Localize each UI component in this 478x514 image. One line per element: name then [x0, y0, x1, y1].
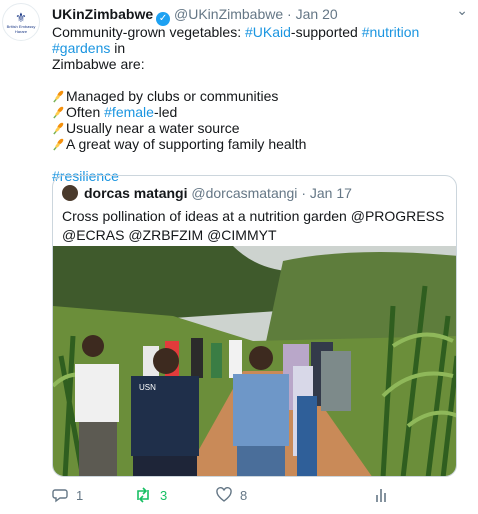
person-mid-jeans [297, 396, 317, 476]
hashtag-nutrition[interactable]: #nutrition [362, 24, 420, 40]
analytics-button[interactable] [374, 487, 396, 503]
handle[interactable]: @UKinZimbabwe [174, 6, 283, 22]
person-usn-head [153, 348, 179, 374]
sheaf-of-rice-emoji-icon [53, 106, 64, 119]
quoted-photo[interactable]: USN [53, 246, 457, 477]
sheaf-of-rice-emoji-icon [53, 122, 64, 135]
shirt-logo-text: USN [139, 383, 156, 392]
reply-count: 1 [76, 487, 84, 503]
hashtag-ukaid[interactable]: #UKaid [245, 24, 291, 40]
text-segment: in [110, 40, 126, 56]
chevron-down-icon[interactable]: ⌄ [456, 2, 468, 19]
quoted-display-name[interactable]: dorcas matangi [84, 185, 187, 201]
person-front-left-trousers [79, 422, 117, 476]
quoted-handle[interactable]: @dorcasmatangi [191, 185, 297, 201]
bullet-text: Usually near a water source [66, 120, 240, 136]
person-blue-jeans [237, 446, 285, 476]
like-count: 8 [240, 487, 248, 503]
separator: · [301, 185, 306, 201]
retweet-count: 3 [160, 487, 168, 503]
sheaf-of-rice-emoji-icon [53, 90, 64, 103]
bullet-text: A great way of supporting family health [66, 136, 307, 152]
hashtag-gardens[interactable]: #gardens [52, 40, 110, 56]
quoted-date[interactable]: Jan 17 [310, 185, 352, 201]
text-segment: Community-grown vegetables: [52, 24, 245, 40]
tweet-line-1: Community-grown vegetables: #UKaid-suppo… [52, 24, 462, 56]
avatar[interactable]: ⚜ British Embassy Harare [2, 3, 40, 41]
bullet-1: Managed by clubs or communities [52, 88, 462, 104]
separator: · [287, 6, 292, 22]
person-usn-trousers [133, 456, 197, 476]
like-button[interactable]: 8 [216, 487, 247, 503]
crest-icon: ⚜ [15, 9, 27, 25]
bullet-text: -led [153, 104, 178, 120]
reply-icon [52, 489, 68, 503]
quoted-header: dorcas matangi @dorcasmatangi · Jan 17 [62, 185, 352, 201]
display-name[interactable]: UKinZimbabwe [52, 6, 153, 22]
person-grey [321, 351, 351, 411]
quoted-tweet[interactable]: dorcas matangi @dorcasmatangi · Jan 17 C… [52, 175, 457, 477]
person-blue-shirt [233, 374, 289, 446]
retweet-icon [137, 487, 149, 503]
quoted-text: Cross pollination of ideas at a nutritio… [62, 208, 445, 243]
text-segment: -supported [290, 24, 362, 40]
person-front-left-head [82, 335, 104, 357]
tweet: ⚜ British Embassy Harare UKinZimbabwe ✓ @… [0, 0, 478, 514]
person-dark [191, 338, 203, 378]
analytics-icon [376, 489, 386, 502]
person-front-left-shirt [75, 364, 119, 422]
tweet-header: UKinZimbabwe ✓ @UKinZimbabwe · Jan 20 [52, 6, 338, 26]
bullet-2: Often #female-led [52, 104, 462, 120]
bullet-4: A great way of supporting family health [52, 136, 462, 152]
sheaf-of-rice-emoji-icon [53, 138, 64, 151]
bullet-3: Usually near a water source [52, 120, 462, 136]
person-green [211, 343, 222, 378]
hashtag-female[interactable]: #female [104, 104, 154, 120]
tweet-body: Community-grown vegetables: #UKaid-suppo… [52, 24, 462, 184]
tweet-date[interactable]: Jan 20 [296, 6, 338, 22]
reply-button[interactable]: 1 [52, 487, 83, 503]
quoted-avatar[interactable] [62, 185, 78, 201]
bullet-text: Managed by clubs or communities [66, 88, 279, 104]
bullet-text: Often [66, 104, 105, 120]
person-white [229, 340, 242, 378]
heart-icon [216, 487, 232, 502]
person-blue-head [249, 346, 273, 370]
tweet-line-2: Zimbabwe are: [52, 56, 145, 72]
tweet-actions: 1 3 8 [52, 487, 452, 505]
avatar-caption: British Embassy Harare [6, 23, 36, 34]
retweet-button[interactable]: 3 [134, 487, 167, 503]
